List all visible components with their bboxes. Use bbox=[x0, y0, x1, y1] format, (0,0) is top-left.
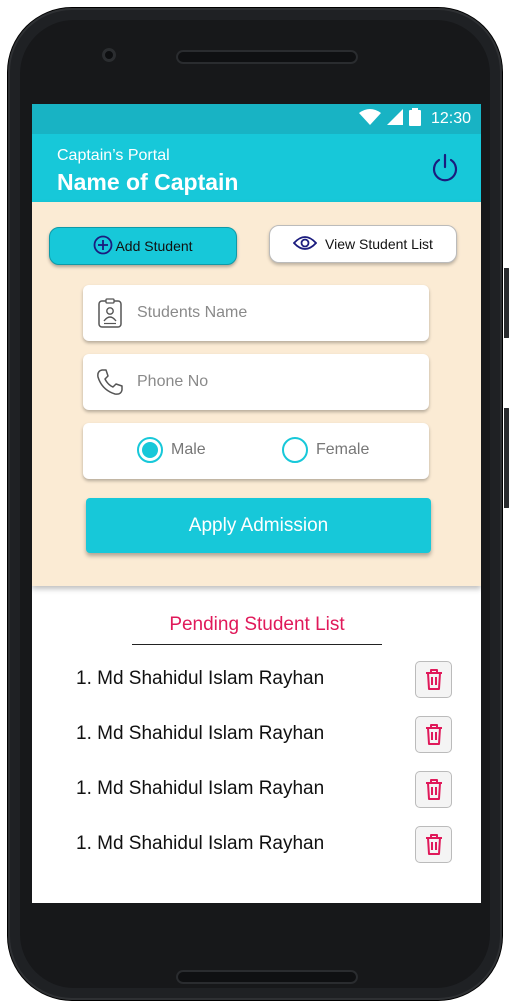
gender-option-female[interactable]: Female bbox=[282, 437, 369, 463]
add-student-label: Add Student bbox=[115, 238, 193, 254]
trash-icon bbox=[425, 834, 442, 855]
app-bar: Captain’s Portal Name of Captain bbox=[32, 134, 481, 202]
phone-icon bbox=[95, 367, 125, 397]
view-student-list-button[interactable]: View Student List bbox=[269, 225, 457, 263]
eye-icon bbox=[292, 235, 318, 254]
student-name: 1. Md Shahidul Islam Rayhan bbox=[76, 668, 325, 689]
gender-option-male[interactable]: Male bbox=[137, 437, 206, 463]
phone-input[interactable] bbox=[137, 373, 407, 391]
battery-icon bbox=[408, 107, 421, 131]
female-label: Female bbox=[316, 441, 370, 458]
radio-unselected-icon bbox=[282, 437, 308, 463]
status-bar: 12:30 bbox=[32, 104, 481, 134]
bottom-speaker bbox=[176, 970, 358, 984]
power-side-button bbox=[504, 408, 509, 508]
student-list-item: 1. Md Shahidul Islam Rayhan bbox=[76, 825, 452, 863]
status-time: 12:30 bbox=[430, 110, 471, 127]
plus-circle-icon bbox=[93, 235, 113, 258]
id-badge-icon bbox=[95, 298, 125, 328]
student-name: 1. Md Shahidul Islam Rayhan bbox=[76, 723, 325, 744]
delete-button[interactable] bbox=[415, 770, 452, 808]
male-label: Male bbox=[171, 441, 206, 458]
student-name: 1. Md Shahidul Islam Rayhan bbox=[76, 833, 325, 854]
delete-button[interactable] bbox=[415, 715, 452, 753]
trash-icon bbox=[425, 779, 442, 800]
add-student-button[interactable]: Add Student bbox=[49, 227, 237, 265]
delete-button[interactable] bbox=[415, 660, 452, 698]
student-name: 1. Md Shahidul Islam Rayhan bbox=[76, 778, 325, 799]
portal-subtitle: Captain’s Portal bbox=[57, 147, 170, 164]
delete-button[interactable] bbox=[415, 825, 452, 863]
student-list-item: 1. Md Shahidul Islam Rayhan bbox=[76, 770, 452, 808]
phone-field bbox=[83, 354, 429, 410]
app-screen: 12:30 Captain’s Portal Name of Captain A… bbox=[32, 104, 481, 903]
radio-selected-icon bbox=[137, 437, 163, 463]
captain-name-title: Name of Captain bbox=[57, 169, 239, 195]
student-name-input[interactable] bbox=[137, 304, 407, 322]
trash-icon bbox=[425, 669, 442, 690]
pending-list-heading: Pending Student List bbox=[132, 614, 382, 645]
power-icon[interactable] bbox=[431, 153, 459, 183]
student-list-item: 1. Md Shahidul Islam Rayhan bbox=[76, 660, 452, 698]
volume-button bbox=[504, 268, 509, 338]
signal-icon bbox=[386, 108, 403, 130]
top-speaker bbox=[176, 50, 358, 64]
view-student-list-label: View Student List bbox=[325, 236, 433, 252]
front-camera bbox=[102, 48, 116, 62]
gender-selector: Male Female bbox=[83, 423, 429, 479]
student-list-item: 1. Md Shahidul Islam Rayhan bbox=[76, 715, 452, 753]
apply-admission-button[interactable]: Apply Admission bbox=[86, 498, 431, 553]
student-name-field bbox=[83, 285, 429, 341]
trash-icon bbox=[425, 724, 442, 745]
wifi-icon bbox=[358, 108, 381, 130]
